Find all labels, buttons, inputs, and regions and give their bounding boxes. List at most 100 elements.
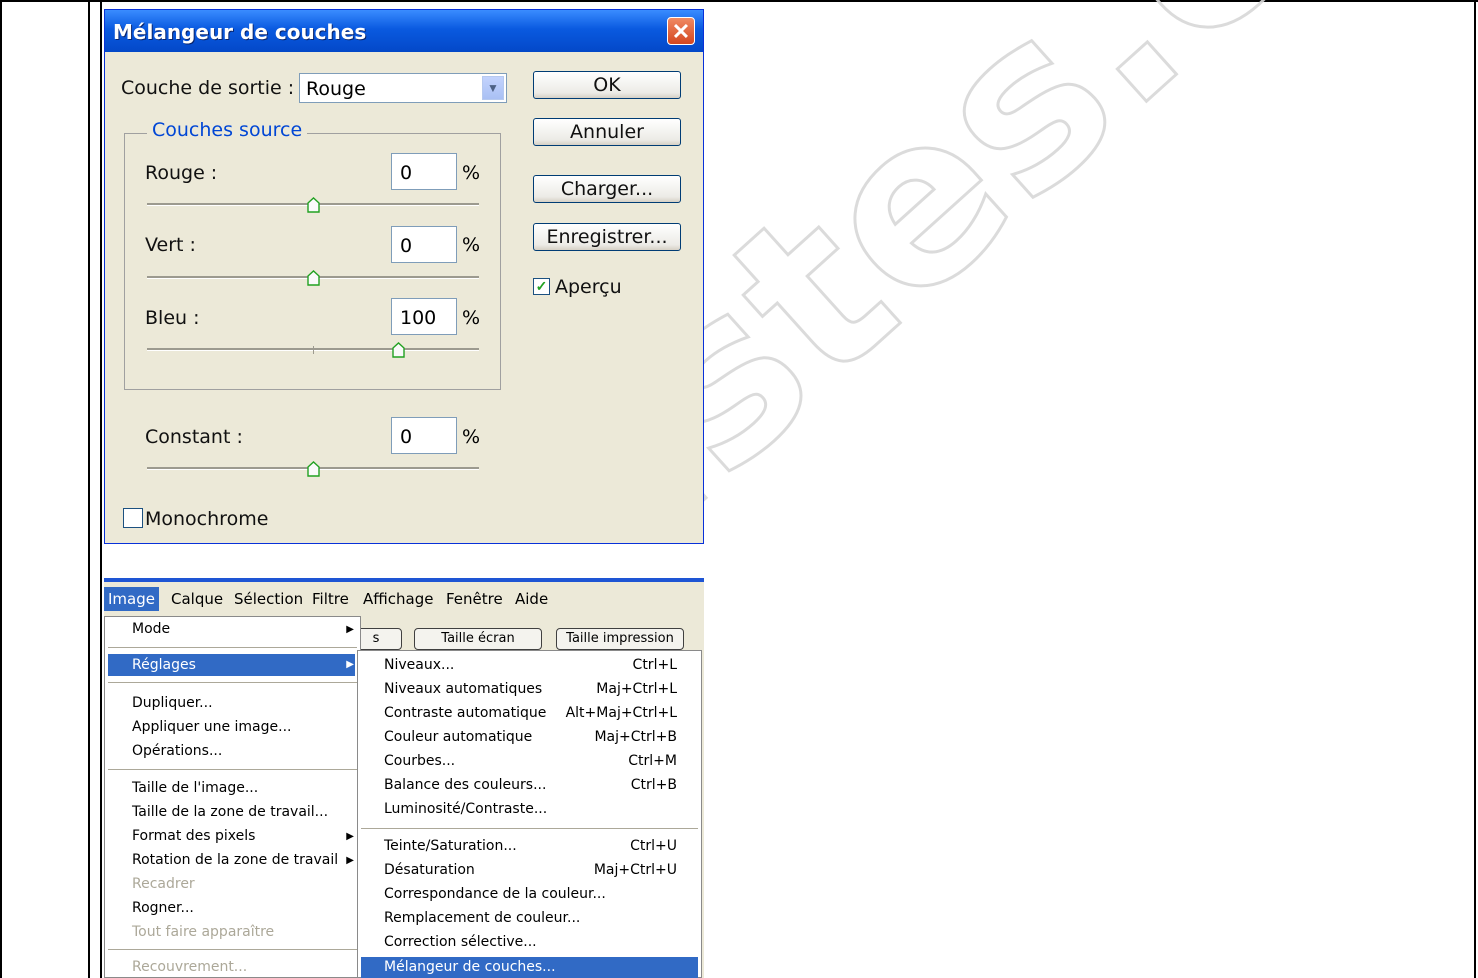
submenu-item-correspondance[interactable]: Correspondance de la couleur... (384, 886, 677, 902)
shortcut: Maj+Ctrl+U (593, 862, 677, 878)
shortcut: Ctrl+L (632, 657, 677, 673)
submenu-item-label: Courbes... (384, 753, 456, 769)
menu-separator (108, 769, 357, 770)
submenu-arrow-icon: ▶ (346, 831, 354, 842)
dialog-title: Mélangeur de couches (113, 20, 367, 44)
submenu-item-label: Couleur automatique (384, 729, 533, 745)
preview-label: Aperçu (555, 276, 622, 298)
submenu-item-label: Luminosité/Contraste... (384, 801, 548, 817)
menu-separator (108, 647, 357, 648)
page-border-right (1474, 0, 1476, 978)
shortcut: Maj+Ctrl+L (596, 681, 677, 697)
submenu-item-niveaux-auto[interactable]: Niveaux automatiques Maj+Ctrl+L (384, 681, 677, 697)
adjustments-submenu: Niveaux... Ctrl+L Niveaux automatiques Maj… (357, 650, 702, 978)
blue-channel-slider-thumb[interactable] (392, 342, 405, 358)
menu-separator (361, 828, 698, 829)
menu-item-appliquer-image[interactable]: Appliquer une image... (132, 719, 291, 735)
column-divider-1 (88, 0, 90, 978)
submenu-arrow-icon: ▶ (346, 855, 354, 866)
menu-item-taille-image[interactable]: Taille de l'image... (132, 780, 258, 796)
page-border-left (0, 0, 2, 978)
menubar-affichage[interactable]: Affichage (363, 590, 433, 608)
shortcut: Maj+Ctrl+B (594, 729, 677, 745)
red-channel-input[interactable]: 0 (391, 153, 457, 190)
menu-item-taille-zone[interactable]: Taille de la zone de travail... (132, 804, 328, 820)
blue-channel-label: Bleu : (145, 307, 200, 329)
menubar-selection[interactable]: Sélection (234, 590, 303, 608)
menu-separator (108, 949, 357, 950)
submenu-item-label: Correction sélective... (384, 934, 537, 950)
green-channel-input[interactable]: 0 (391, 226, 457, 263)
menu-item-recadrer: Recadrer (132, 876, 195, 892)
screen-size-button[interactable]: Taille écran (414, 628, 542, 650)
constant-slider-thumb[interactable] (307, 461, 320, 477)
submenu-item-label: Niveaux automatiques (384, 681, 543, 697)
menubar: Image Calque Sélection Filtre Affichage … (104, 578, 704, 618)
source-channels-title: Couches source (147, 119, 308, 141)
submenu-item-melangeur[interactable]: Mélangeur de couches... (361, 957, 698, 978)
submenu-arrow-icon: ▶ (346, 624, 354, 635)
close-icon[interactable]: ✕ (667, 17, 695, 45)
submenu-item-balance[interactable]: Balance des couleurs... Ctrl+B (384, 777, 677, 793)
submenu-item-couleur-auto[interactable]: Couleur automatique Maj+Ctrl+B (384, 729, 677, 745)
submenu-item-label: Teinte/Saturation... (384, 838, 517, 854)
submenu-arrow-icon: ▶ (346, 659, 354, 670)
blue-channel-input[interactable]: 100 (391, 298, 457, 335)
monochrome-checkbox[interactable] (123, 508, 143, 528)
menu-item-mode[interactable]: Mode (132, 621, 170, 637)
submenu-item-luminosite[interactable]: Luminosité/Contraste... (384, 801, 677, 817)
submenu-item-remplacement[interactable]: Remplacement de couleur... (384, 910, 677, 926)
print-size-button[interactable]: Taille impression (556, 628, 684, 650)
submenu-item-label: Mélangeur de couches... (384, 959, 556, 975)
green-channel-slider-thumb[interactable] (307, 270, 320, 286)
menubar-aide[interactable]: Aide (515, 590, 548, 608)
channel-mixer-dialog: Mélangeur de couches ✕ Couche de sortie … (104, 9, 704, 544)
save-button[interactable]: Enregistrer... (533, 223, 681, 251)
menubar-image[interactable]: Image (104, 587, 159, 611)
load-button[interactable]: Charger... (533, 175, 681, 203)
image-menu-screenshot: Image Calque Sélection Filtre Affichage … (104, 578, 704, 978)
submenu-item-niveaux[interactable]: Niveaux... Ctrl+L (384, 657, 677, 673)
red-channel-slider-thumb[interactable] (307, 197, 320, 213)
green-channel-label: Vert : (145, 234, 196, 256)
menu-item-operations[interactable]: Opérations... (132, 743, 222, 759)
column-divider-2 (100, 0, 102, 978)
submenu-item-teinte[interactable]: Teinte/Saturation... Ctrl+U (384, 838, 677, 854)
green-channel-unit: % (462, 234, 481, 256)
menubar-calque[interactable]: Calque (171, 590, 223, 608)
shortcut: Alt+Maj+Ctrl+L (565, 705, 677, 721)
submenu-item-label: Niveaux... (384, 657, 455, 673)
menu-item-reglages[interactable]: Réglages (108, 654, 355, 676)
preview-checkbox[interactable]: ✓ (533, 278, 550, 295)
menubar-fenetre[interactable]: Fenêtre (446, 590, 503, 608)
menubar-filtre[interactable]: Filtre (312, 590, 349, 608)
output-channel-value: Rouge (306, 78, 366, 100)
dialog-titlebar[interactable]: Mélangeur de couches ✕ (105, 10, 703, 52)
constant-input[interactable]: 0 (391, 417, 457, 454)
menu-item-rotation[interactable]: Rotation de la zone de travail (132, 852, 338, 868)
red-channel-label: Rouge : (145, 162, 218, 184)
blue-channel-unit: % (462, 307, 481, 329)
submenu-item-label: Désaturation (384, 862, 475, 878)
shortcut: Ctrl+U (630, 838, 677, 854)
constant-label: Constant : (145, 426, 243, 448)
menu-separator (108, 682, 357, 683)
menu-item-tout-faire-apparaitre: Tout faire apparaître (132, 924, 275, 940)
ok-button[interactable]: OK (533, 71, 681, 99)
menu-item-rogner[interactable]: Rogner... (132, 900, 194, 916)
submenu-item-correction[interactable]: Correction sélective... (384, 934, 677, 950)
submenu-item-contraste-auto[interactable]: Contraste automatique Alt+Maj+Ctrl+L (384, 705, 677, 721)
cancel-button[interactable]: Annuler (533, 118, 681, 146)
submenu-item-courbes[interactable]: Courbes... Ctrl+M (384, 753, 677, 769)
red-channel-unit: % (462, 162, 481, 184)
monochrome-label: Monochrome (145, 508, 269, 530)
menu-item-recouvrement: Recouvrement... (132, 959, 248, 975)
shortcut: Ctrl+B (630, 777, 677, 793)
menu-item-format-pixels[interactable]: Format des pixels (132, 828, 255, 844)
output-channel-select[interactable]: Rouge ▼ (299, 73, 507, 103)
menu-item-dupliquer[interactable]: Dupliquer... (132, 695, 213, 711)
blue-channel-slider-center-tick (313, 346, 314, 354)
constant-unit: % (462, 426, 481, 448)
chevron-down-icon[interactable]: ▼ (482, 76, 504, 100)
submenu-item-desaturation[interactable]: Désaturation Maj+Ctrl+U (384, 862, 677, 878)
